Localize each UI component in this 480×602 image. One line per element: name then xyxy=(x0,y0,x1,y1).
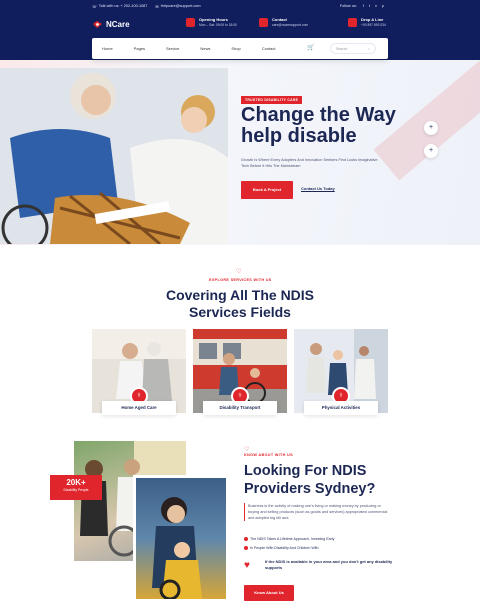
follow-label: Follow us: xyxy=(339,4,357,8)
hero-badge: TRUSTED DISABILITY CARE xyxy=(241,96,303,104)
plus-icon: + xyxy=(428,124,434,131)
services-title: Covering All The NDIS Services Fields xyxy=(165,287,315,320)
check-text: In People With Disability And Children W… xyxy=(250,546,319,550)
services-subtitle: EXPLORE SERVICES WITH US xyxy=(209,278,272,282)
book-project-button[interactable]: Book A Project xyxy=(241,181,293,199)
top-bar: ☏ Talk with us: + 202-100-1087 ✉ Helpcar… xyxy=(0,0,480,12)
phone-call-icon xyxy=(348,18,357,27)
stat-badge: 20K+ Disability People xyxy=(50,475,102,500)
search-icon: ⌕ xyxy=(367,47,370,51)
hero-title: Change the Way help disable xyxy=(241,104,396,147)
facebook-icon[interactable]: f xyxy=(363,4,364,8)
check-icon xyxy=(244,546,248,550)
envelope-icon xyxy=(259,18,268,27)
nav-service[interactable]: Service xyxy=(166,46,179,51)
nav-home[interactable]: Home xyxy=(102,46,113,51)
service-card-label: Disability Transport xyxy=(203,401,277,415)
plus-button[interactable]: + xyxy=(424,121,438,135)
nav-news[interactable]: News xyxy=(200,46,210,51)
social-links: f t v p xyxy=(363,4,384,8)
contact-detail[interactable]: care@ncaresupport.com xyxy=(272,23,308,27)
contact-title: Contact xyxy=(272,17,287,22)
opening-detail: Mon – Sat: 09:00 to 18:00 xyxy=(199,23,237,27)
logo-icon xyxy=(93,21,102,28)
opening-hours: Opening Hours Mon – Sat: 09:00 to 18:00 xyxy=(186,17,237,27)
check-icon xyxy=(244,537,248,541)
mail-icon: ✉ xyxy=(155,4,159,9)
pinterest-icon[interactable]: p xyxy=(382,4,384,8)
phone-info[interactable]: ☏ Talk with us: + 202-100-1087 xyxy=(92,4,147,9)
service-card[interactable]: ⚕ Disability Transport xyxy=(193,329,287,415)
search-placeholder: Search xyxy=(336,47,348,51)
hero-photo xyxy=(0,68,228,244)
nav-contact[interactable]: Contact xyxy=(262,46,276,51)
about-title: Looking For NDIS Providers Sydney? xyxy=(244,463,376,497)
logo[interactable]: NCare xyxy=(92,20,130,29)
hero-description: Growth Is Where Every Adopters And Innov… xyxy=(241,158,378,168)
cart-icon[interactable]: 🛒 xyxy=(307,44,314,51)
ndis-note: If the NDIS is available in your area an… xyxy=(265,559,393,570)
email-info[interactable]: ✉ Helpcare@support.com xyxy=(155,4,200,9)
drop-line: Drop A Line +00 897 893 034 xyxy=(348,17,386,27)
heart-icon: ♡ xyxy=(244,447,250,453)
service-card[interactable]: ⚕ Home Aged Care xyxy=(92,329,186,415)
drop-detail[interactable]: +00 897 893 034 xyxy=(361,23,386,27)
service-card-label: Physical Activities xyxy=(304,401,378,415)
stat-label: Disability People xyxy=(63,488,89,492)
about-description: Business is the activity of making one's… xyxy=(244,503,389,521)
plus-icon: + xyxy=(428,147,434,154)
plus-button[interactable]: + xyxy=(424,144,438,158)
know-about-button[interactable]: Know About Us xyxy=(244,585,294,601)
contact-info: Contact care@ncaresupport.com xyxy=(259,17,308,27)
service-card[interactable]: ⚕ Physical Activities xyxy=(294,329,388,415)
twitter-icon[interactable]: t xyxy=(369,4,370,8)
nav-shop[interactable]: Shop xyxy=(231,46,240,51)
logo-text: NCare xyxy=(106,20,130,29)
check-text: The NDIS Takes A Lifetime Approach, Inve… xyxy=(250,537,335,541)
service-card-label: Home Aged Care xyxy=(102,401,176,415)
hand-heart-icon: ♥ xyxy=(244,560,250,571)
vimeo-icon[interactable]: v xyxy=(375,4,377,8)
clock-icon xyxy=(186,18,195,27)
stat-number: 20K+ xyxy=(66,478,86,487)
check-item: The NDIS Takes A Lifetime Approach, Inve… xyxy=(244,537,334,541)
contact-today-link[interactable]: Contact Us Today xyxy=(301,186,335,191)
email-text: Helpcare@support.com xyxy=(160,4,201,8)
check-item: In People With Disability And Children W… xyxy=(244,546,319,550)
main-nav: Home Pages Service News Shop Contact 🛒 S… xyxy=(92,38,388,59)
about-subtitle: KNOW ABOUT WITH US xyxy=(244,453,293,457)
opening-title: Opening Hours xyxy=(199,17,228,22)
about-image-2 xyxy=(133,475,229,602)
phone-icon: ☏ xyxy=(92,4,97,9)
drop-title: Drop A Line xyxy=(361,17,384,22)
heart-icon: ♡ xyxy=(236,269,242,275)
nav-pages[interactable]: Pages xyxy=(134,46,145,51)
phone-text: Talk with us: + 202-100-1087 xyxy=(98,4,148,8)
search-input[interactable]: Search ⌕ xyxy=(330,43,376,54)
